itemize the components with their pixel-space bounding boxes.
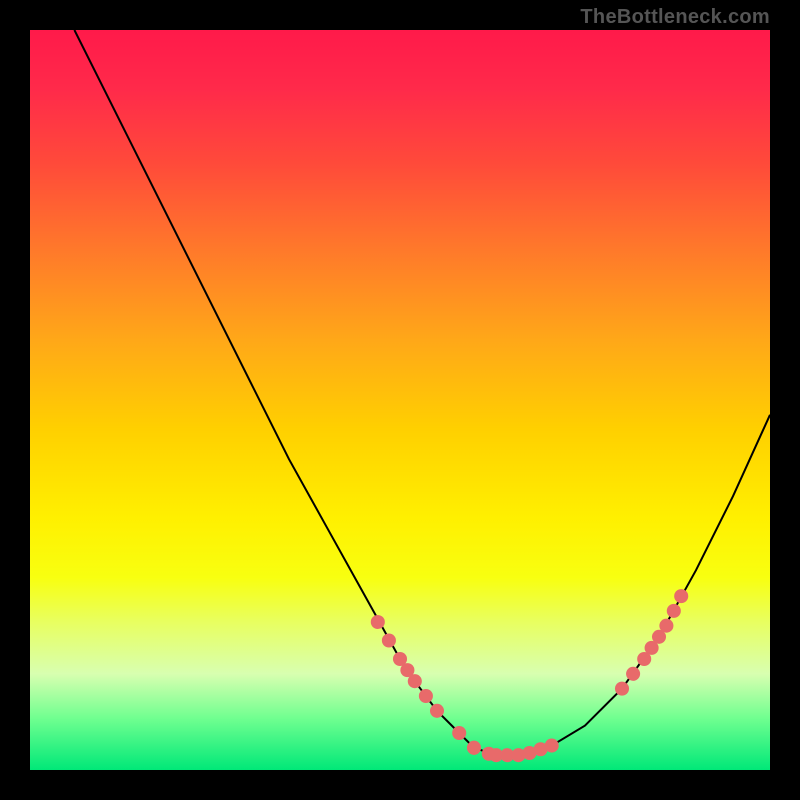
marker-cluster-right [615, 589, 688, 696]
watermark-text: TheBottleneck.com [580, 6, 770, 29]
marker-cluster-left [371, 615, 481, 755]
plot-area [30, 30, 770, 770]
chart-container: TheBottleneck.com [0, 0, 800, 800]
chart-svg [30, 30, 770, 770]
curve-line [74, 30, 770, 755]
